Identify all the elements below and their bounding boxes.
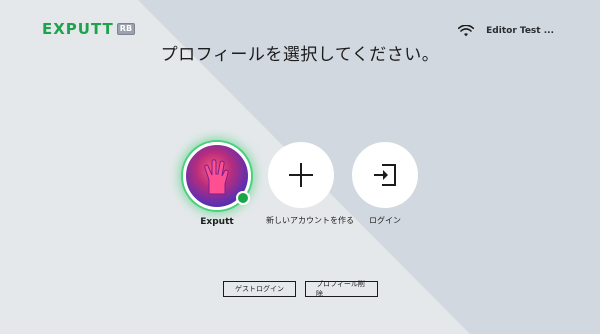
- logo-text-main: EXPUTT: [42, 20, 114, 38]
- login-button[interactable]: [352, 142, 418, 208]
- new-account-button[interactable]: [268, 142, 334, 208]
- avatar[interactable]: [183, 142, 251, 210]
- login-icon: [374, 164, 396, 186]
- delete-profile-button[interactable]: プロフィール削除: [305, 280, 378, 298]
- profile-label: 新しいアカウントを作る: [266, 216, 354, 225]
- profile-list: Exputt 新しいアカウントを作る ログイン: [182, 142, 422, 232]
- page-title: プロフィールを選択してください。: [160, 45, 440, 65]
- logo-badge: RB: [116, 23, 136, 35]
- profile-label: ログイン: [369, 216, 401, 225]
- profile-label: Exputt: [200, 217, 234, 227]
- logo: EXPUTT RB: [42, 20, 136, 38]
- guest-login-button[interactable]: ゲストログイン: [223, 281, 296, 297]
- profile-new-account[interactable]: 新しいアカウントを作る: [266, 142, 354, 226]
- profile-login[interactable]: ログイン: [350, 142, 420, 226]
- wifi-icon: [458, 25, 475, 37]
- logo-text: EXPUTT: [42, 20, 114, 38]
- profile-exputt[interactable]: Exputt: [182, 142, 252, 227]
- user-name[interactable]: Editor Test ...: [486, 26, 554, 36]
- avatar-hand-icon: [204, 159, 229, 195]
- online-status-dot: [236, 191, 250, 205]
- plus-icon: [289, 163, 313, 187]
- header-status: Editor Test ...: [458, 25, 554, 37]
